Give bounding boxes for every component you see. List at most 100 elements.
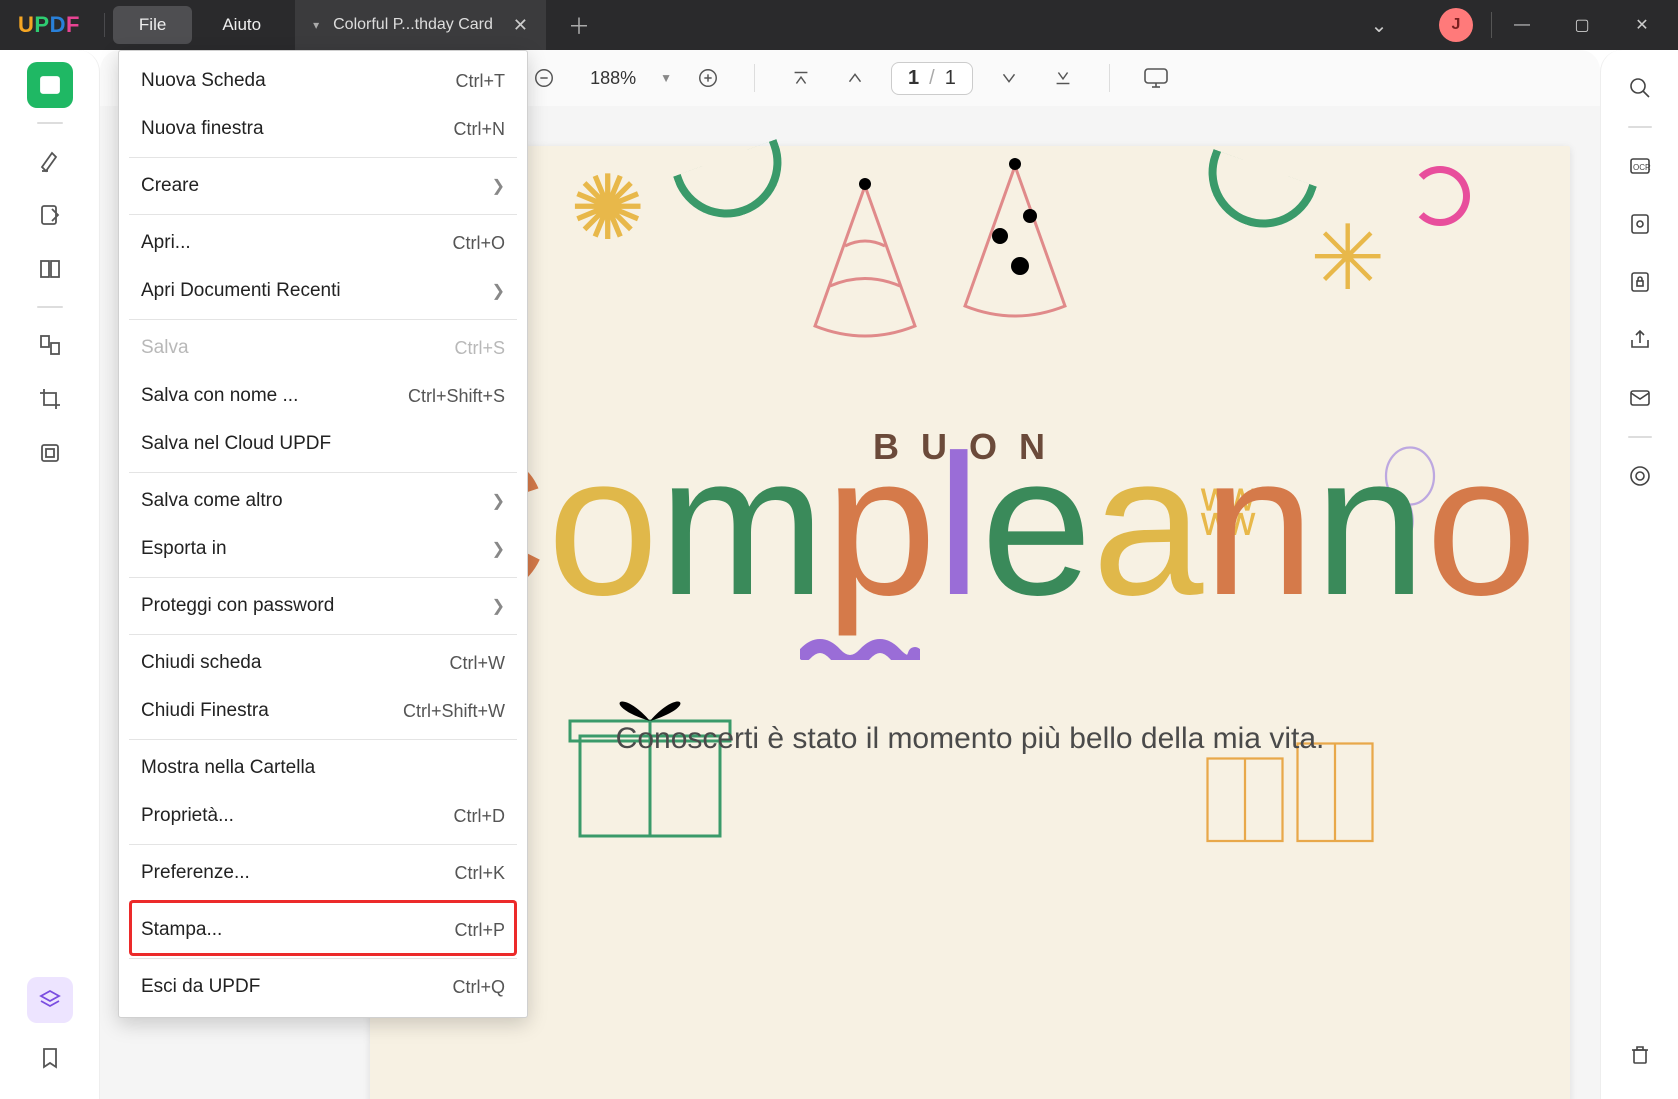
chevron-right-icon: ❯ (492, 281, 505, 301)
menu-item[interactable]: Creare❯ (119, 162, 527, 210)
ocr-icon[interactable]: OCR (1620, 146, 1660, 186)
tool-crop[interactable] (27, 376, 73, 422)
separator (1109, 64, 1110, 92)
menu-item-shortcut: Ctrl+S (454, 338, 505, 359)
tab-label: Colorful P...thday Card (333, 16, 493, 34)
swirl-icon (1410, 166, 1470, 226)
menu-item[interactable]: Nuova Scheda Ctrl+T (119, 57, 527, 105)
arc-decoration (673, 139, 797, 233)
compress-icon[interactable] (1620, 204, 1660, 244)
menu-item-label: Esporta in (141, 538, 227, 560)
separator (1628, 126, 1652, 128)
star-icon: ✳ (1310, 206, 1385, 311)
menu-help[interactable]: Aiuto (196, 6, 287, 44)
menu-separator (129, 157, 517, 158)
menu-item-label: Chiudi Finestra (141, 700, 269, 722)
menu-item[interactable]: Stampa...Ctrl+P (119, 906, 527, 954)
menu-separator (129, 577, 517, 578)
chevron-down-icon[interactable]: ⌄ (1349, 0, 1409, 50)
menu-item[interactable]: Apri...Ctrl+O (119, 219, 527, 267)
separator (37, 306, 63, 308)
menu-item[interactable]: Esci da UPDFCtrl+Q (119, 963, 527, 1011)
separator (1628, 436, 1652, 438)
card-title-line2: Compleanno (370, 426, 1570, 628)
menu-item-shortcut: Ctrl+O (452, 233, 505, 254)
left-sidebar (0, 50, 100, 1099)
save-cloud-icon[interactable] (1620, 456, 1660, 496)
tab-close-icon[interactable]: ✕ (513, 15, 528, 36)
presentation-button[interactable] (1138, 60, 1174, 96)
squiggle-icon (800, 636, 920, 660)
prev-page-button[interactable] (837, 60, 873, 96)
menu-item-label: Salva nel Cloud UPDF (141, 433, 331, 455)
menu-item[interactable]: Chiudi Finestra Ctrl+Shift+W (119, 687, 527, 735)
menu-item-label: Esci da UPDF (141, 976, 260, 998)
menu-item-shortcut: Ctrl+W (450, 653, 506, 674)
menu-item-label: Salva (141, 337, 189, 359)
document-page: ✺ ✳ ʬʬ BUON Compleanno Conoscerti è stat… (370, 146, 1570, 1099)
menu-item-label: Proteggi con password (141, 595, 334, 617)
tool-forms[interactable] (27, 430, 73, 476)
tool-reader[interactable] (27, 62, 73, 108)
menu-item[interactable]: Preferenze...Ctrl+K (119, 849, 527, 897)
menu-item[interactable]: Apri Documenti Recenti ❯ (119, 267, 527, 315)
bookmark-button[interactable] (27, 1035, 73, 1081)
chevron-right-icon: ❯ (492, 596, 505, 616)
chevron-right-icon: ❯ (492, 176, 505, 196)
share-icon[interactable] (1620, 320, 1660, 360)
menu-item[interactable]: Salva come altro❯ (119, 477, 527, 525)
menu-item[interactable]: Proprietà... Ctrl+D (119, 792, 527, 840)
menu-item[interactable]: Nuova finestraCtrl+N (119, 105, 527, 153)
document-tab[interactable]: ▾ Colorful P...thday Card ✕ (295, 0, 546, 50)
layers-button[interactable] (27, 977, 73, 1023)
menu-item[interactable]: Proteggi con password ❯ (119, 582, 527, 630)
tool-highlight[interactable] (27, 138, 73, 184)
menu-item-label: Mostra nella Cartella (141, 757, 315, 779)
zoom-out-button[interactable] (526, 60, 562, 96)
new-tab-button[interactable]: ＋ (568, 9, 590, 41)
zoom-in-button[interactable] (690, 60, 726, 96)
first-page-button[interactable] (783, 60, 819, 96)
tool-compare[interactable] (27, 322, 73, 368)
menu-item-label: Nuova Scheda (141, 70, 266, 92)
card-subtitle: Conoscerti è stato il momento più bello … (370, 716, 1570, 761)
trash-icon[interactable] (1620, 1035, 1660, 1075)
menu-item-shortcut: Ctrl+D (453, 806, 505, 827)
search-icon[interactable] (1620, 68, 1660, 108)
protect-icon[interactable] (1620, 262, 1660, 302)
tool-pages[interactable] (27, 246, 73, 292)
titlebar: UPDF File Aiuto ▾ Colorful P...thday Car… (0, 0, 1678, 50)
menu-item[interactable]: Salva nel Cloud UPDF (119, 420, 527, 468)
menu-item[interactable]: Chiudi schedaCtrl+W (119, 639, 527, 687)
zoom-dropdown-icon[interactable]: ▼ (660, 71, 672, 85)
gift-icon (560, 676, 740, 846)
menu-separator (129, 472, 517, 473)
menu-item[interactable]: Salva con nome ...Ctrl+Shift+S (119, 372, 527, 420)
menu-file[interactable]: File (113, 6, 192, 44)
close-window-button[interactable]: ✕ (1612, 0, 1672, 50)
menu-item[interactable]: Esporta in❯ (119, 525, 527, 573)
right-sidebar: OCR (1600, 50, 1678, 1099)
page-indicator[interactable]: 1 / 1 (891, 62, 973, 95)
menu-item-shortcut: Ctrl+N (453, 119, 505, 140)
menu-item-label: Apri Documenti Recenti (141, 280, 341, 302)
separator (104, 13, 105, 37)
minimize-button[interactable]: — (1492, 0, 1552, 50)
star-icon: ✺ (570, 156, 645, 261)
last-page-button[interactable] (1045, 60, 1081, 96)
menu-item-shortcut: Ctrl+T (456, 71, 506, 92)
next-page-button[interactable] (991, 60, 1027, 96)
tool-edit-text[interactable] (27, 192, 73, 238)
menu-separator (129, 214, 517, 215)
user-avatar[interactable]: J (1439, 8, 1473, 42)
menu-item: Salva Ctrl+S (119, 324, 527, 372)
maximize-button[interactable]: ▢ (1552, 0, 1612, 50)
menu-item-label: Stampa... (141, 919, 222, 941)
tab-dropdown-icon[interactable]: ▾ (313, 18, 319, 32)
separator (37, 122, 63, 124)
menu-item-label: Proprietà... (141, 805, 234, 827)
mail-icon[interactable] (1620, 378, 1660, 418)
menu-item[interactable]: Mostra nella Cartella (119, 744, 527, 792)
menu-item-shortcut: Ctrl+Shift+W (403, 701, 505, 722)
current-page: 1 (908, 67, 919, 90)
